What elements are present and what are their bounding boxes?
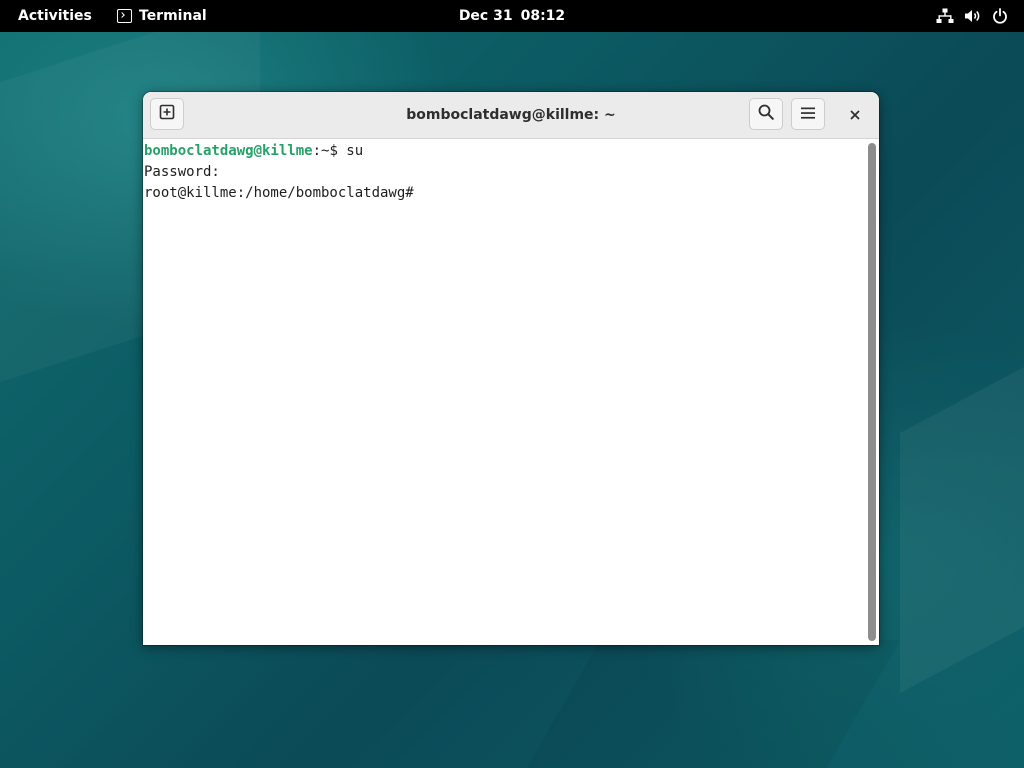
scrollbar-thumb[interactable] [868, 143, 876, 641]
close-icon [850, 105, 860, 124]
clock-date: Dec 31 [458, 8, 513, 24]
prompt-user-host: bomboclatdawg@killme [144, 143, 313, 159]
terminal-cursor [414, 184, 422, 199]
terminal-app-icon [117, 9, 132, 23]
clock-time: 08:12 [520, 8, 566, 24]
close-button[interactable] [841, 100, 869, 128]
hamburger-menu-icon [800, 105, 816, 124]
terminal-line: root@killme:/home/bomboclatdawg# [144, 183, 422, 204]
wallpaper-facet [519, 640, 901, 768]
terminal-window: bomboclatdawg@killme: ~ bomboclatdawg@ki… [143, 92, 879, 645]
new-tab-button[interactable] [150, 98, 184, 130]
terminal-output[interactable]: bomboclatdawg@killme:~$ su Password: roo… [143, 139, 865, 645]
window-headerbar[interactable]: bomboclatdawg@killme: ~ [143, 92, 879, 139]
search-icon [758, 104, 774, 124]
root-prompt: root@killme:/home/bomboclatdawg# [144, 185, 414, 201]
power-icon[interactable] [992, 8, 1008, 24]
new-tab-icon [159, 104, 175, 124]
terminal-line: bomboclatdawg@killme:~$ su [144, 141, 363, 162]
clock-button[interactable]: Dec 31 08:12 [459, 8, 565, 24]
search-button[interactable] [749, 98, 783, 130]
terminal-scrollbar[interactable] [865, 139, 879, 645]
wallpaper-facet [900, 367, 1024, 693]
app-menu-label: Terminal [139, 8, 207, 24]
activities-button[interactable]: Activities [18, 0, 92, 32]
terminal-line: Password: [144, 164, 220, 180]
volume-icon[interactable] [964, 8, 982, 24]
prompt-command: ~$ su [321, 143, 364, 159]
prompt-separator: : [312, 143, 322, 159]
main-menu-button[interactable] [791, 98, 825, 130]
network-icon[interactable] [936, 8, 954, 24]
system-menu[interactable] [936, 0, 1008, 32]
top-bar: Activities Terminal Dec 31 08:12 [0, 0, 1024, 32]
app-menu-button[interactable]: Terminal [117, 0, 207, 32]
